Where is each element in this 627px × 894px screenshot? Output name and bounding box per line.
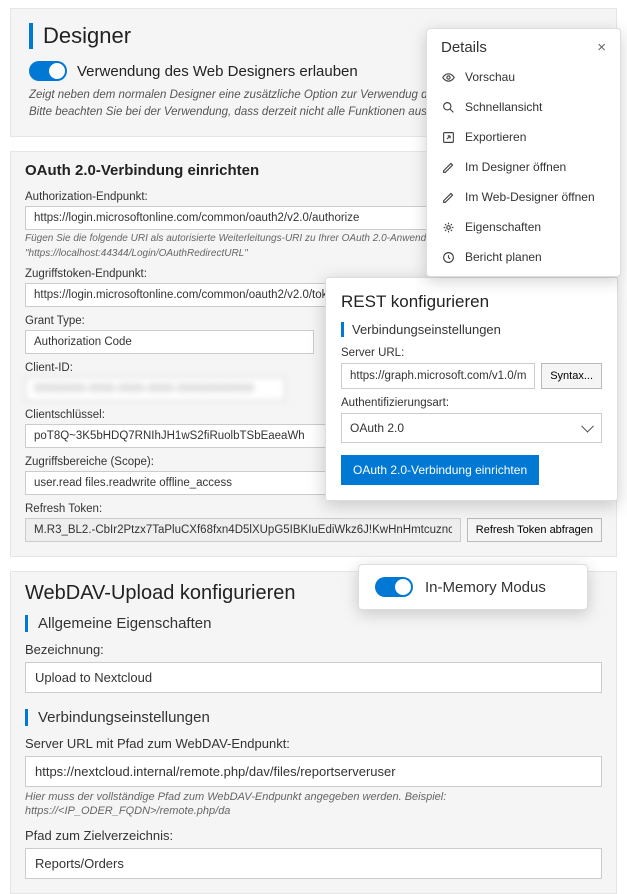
details-item-open-designer[interactable]: Im Designer öffnen xyxy=(427,152,620,182)
scope-input[interactable] xyxy=(25,471,371,495)
gear-icon xyxy=(441,220,455,234)
in-memory-label: In-Memory Modus xyxy=(425,579,546,596)
webdav-name-input[interactable] xyxy=(25,662,602,693)
web-designer-toggle[interactable] xyxy=(29,61,67,81)
rest-auth-label: Authentifizierungsart: xyxy=(341,397,602,409)
refresh-token-label: Refresh Token: xyxy=(25,503,602,515)
webdav-url-hint: Hier muss der vollständige Pfad zum WebD… xyxy=(25,790,602,819)
webdav-path-input[interactable] xyxy=(25,848,602,879)
refresh-token-input xyxy=(25,518,461,542)
webdav-path-label: Pfad zum Zielverzeichnis: xyxy=(25,828,602,843)
in-memory-toggle[interactable] xyxy=(375,577,413,597)
details-item-label: Im Designer öffnen xyxy=(465,160,566,174)
in-memory-popup: In-Memory Modus xyxy=(358,564,588,610)
close-icon[interactable]: × xyxy=(597,39,606,56)
web-designer-toggle-label: Verwendung des Web Designers erlauben xyxy=(77,63,358,80)
pencil-icon xyxy=(441,190,455,204)
rest-title: REST konfigurieren xyxy=(341,292,602,312)
details-item-open-web-designer[interactable]: Im Web-Designer öffnen xyxy=(427,182,620,212)
refresh-token-button[interactable]: Refresh Token abfragen xyxy=(467,518,602,542)
client-id-input[interactable] xyxy=(25,377,285,401)
rest-popup: REST konfigurieren Verbindungseinstellun… xyxy=(325,277,618,501)
export-icon xyxy=(441,130,455,144)
details-item-label: Exportieren xyxy=(465,130,526,144)
details-item-label: Vorschau xyxy=(465,70,515,84)
webdav-sub-general: Allgemeine Eigenschaften xyxy=(25,615,602,632)
search-icon xyxy=(441,100,455,114)
token-endpoint-input[interactable] xyxy=(25,283,360,307)
rest-sub: Verbindungseinstellungen xyxy=(341,322,602,337)
details-item-label: Bericht planen xyxy=(465,250,542,264)
details-item-label: Schnellansicht xyxy=(465,100,542,114)
webdav-sub-conn: Verbindungseinstellungen xyxy=(25,709,602,726)
webdav-url-label: Server URL mit Pfad zum WebDAV-Endpunkt: xyxy=(25,736,602,751)
grant-type-input[interactable] xyxy=(25,330,314,354)
webdav-name-label: Bezeichnung: xyxy=(25,642,602,657)
details-item-preview[interactable]: Vorschau xyxy=(427,62,620,92)
details-item-properties[interactable]: Eigenschaften xyxy=(427,212,620,242)
details-title: Details xyxy=(441,39,487,56)
webdav-url-input[interactable] xyxy=(25,756,602,787)
details-item-label: Eigenschaften xyxy=(465,220,541,234)
rest-url-label: Server URL: xyxy=(341,347,602,359)
rest-auth-select[interactable]: OAuth 2.0 xyxy=(341,413,602,443)
details-item-label: Im Web-Designer öffnen xyxy=(465,190,595,204)
details-popup: Details × Vorschau Schnellansicht Export… xyxy=(426,28,621,277)
rest-url-input[interactable] xyxy=(341,363,535,389)
client-secret-input[interactable] xyxy=(25,424,371,448)
oauth-setup-button[interactable]: OAuth 2.0-Verbindung einrichten xyxy=(341,455,539,485)
details-item-schedule[interactable]: Bericht planen xyxy=(427,242,620,272)
details-item-export[interactable]: Exportieren xyxy=(427,122,620,152)
clock-icon xyxy=(441,250,455,264)
syntax-button[interactable]: Syntax... xyxy=(541,363,602,389)
eye-icon xyxy=(441,70,455,84)
details-item-quickview[interactable]: Schnellansicht xyxy=(427,92,620,122)
pencil-icon xyxy=(441,160,455,174)
webdav-panel: WebDAV-Upload konfigurieren Allgemeine E… xyxy=(10,571,617,894)
